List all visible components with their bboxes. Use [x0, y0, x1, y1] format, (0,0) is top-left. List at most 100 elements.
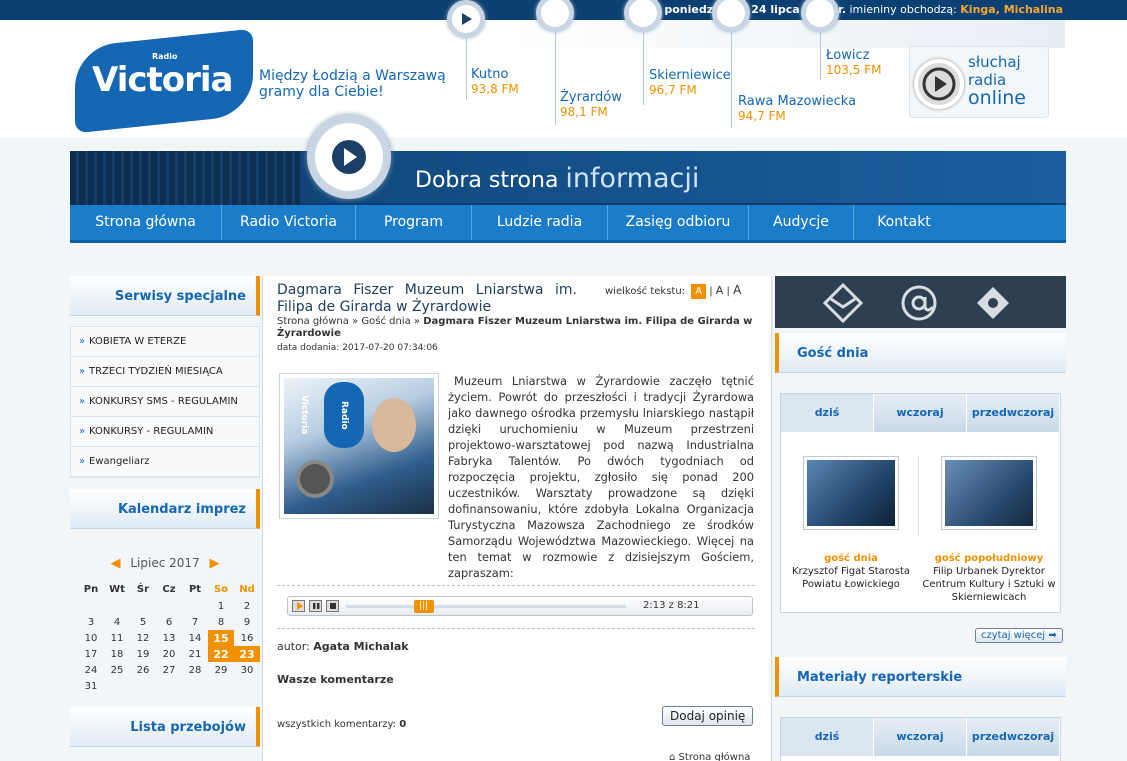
- guest-item[interactable]: gość dnia Krzysztof Figat Starosta Powia…: [781, 456, 921, 591]
- calendar-day-event[interactable]: 22: [208, 646, 234, 662]
- station-kutno[interactable]: Kutno 93,8 FM: [471, 67, 519, 97]
- tab-today[interactable]: dziś: [781, 394, 874, 432]
- sidebar-item-kobieta[interactable]: KOBIETA W ETERZE: [71, 327, 259, 357]
- breadcrumb: Strona główna » Gość dnia » Dagmara Fisz…: [277, 316, 753, 339]
- comments-count-label: wszystkich komentarzy:: [277, 719, 397, 730]
- player-seek-track[interactable]: [346, 605, 626, 608]
- divider: [277, 585, 755, 586]
- comments-title: Wasze komentarze: [277, 673, 394, 686]
- banner-play-button[interactable]: [307, 115, 391, 199]
- guest-photo[interactable]: [941, 456, 1037, 530]
- guest-name[interactable]: Krzysztof Figat Starosta Powiatu Łowicki…: [792, 566, 910, 590]
- read-more-button[interactable]: czytaj więcej ➡: [975, 628, 1063, 643]
- player-seek-handle[interactable]: |||: [413, 600, 434, 613]
- font-small-button[interactable]: A: [691, 284, 707, 299]
- calendar-day: 28: [188, 664, 202, 676]
- nav-contact[interactable]: Kontakt: [854, 205, 954, 240]
- sidebar-item-trzeci-tydzien[interactable]: TRZECI TYDZIEŃ MIESIĄCA: [71, 357, 259, 387]
- station-rawa[interactable]: Rawa Mazowiecka 94,7 FM: [738, 94, 856, 124]
- calendar-day: [182, 598, 208, 614]
- pause-icon: [313, 603, 320, 609]
- player-play-button[interactable]: [292, 600, 305, 612]
- logo-name[interactable]: Victoria: [92, 60, 234, 100]
- audio-player[interactable]: ||| 2:13 z 8:21: [287, 596, 753, 616]
- nav-people[interactable]: Ludzie radia: [472, 205, 608, 240]
- names-label: imieniny obchodzą:: [849, 3, 957, 16]
- calendar-day: 13: [162, 632, 176, 644]
- station-zyrardow[interactable]: Żyrardów 98,1 FM: [560, 90, 622, 120]
- tab-day-before[interactable]: przedwczoraj: [967, 394, 1060, 432]
- reports-header: Materiały reporterskie: [775, 657, 1066, 697]
- breadcrumb-section[interactable]: Gość dnia: [361, 316, 410, 327]
- left-sidebar: Serwisy specjalne KOBIETA W ETERZE TRZEC…: [70, 276, 260, 478]
- sidebar-item-konkursy[interactable]: KONKURSY - REGULAMIN: [71, 417, 259, 447]
- day-header: Pn: [83, 583, 99, 595]
- day-header: Śr: [136, 583, 150, 595]
- sidebar-item-ewangeliarz[interactable]: Ewangeliarz: [71, 447, 259, 477]
- calendar-day: 20: [162, 648, 176, 660]
- nav-shows[interactable]: Audycje: [749, 205, 854, 240]
- header-decor: [505, 20, 1065, 48]
- calendar-grid: Pn Wt Śr Cz Pt So Nd 12 3456789 10 11 12 13…: [78, 580, 260, 694]
- player-time: 2:13 z 8:21: [643, 600, 700, 611]
- microphone-icon: [296, 460, 334, 498]
- calendar-day: 19: [136, 648, 150, 660]
- player-stop-button[interactable]: [326, 600, 339, 612]
- nav-home[interactable]: Strona główna: [70, 205, 222, 240]
- calendar-month: ◀ Lipiec 2017 ▶: [70, 552, 260, 574]
- play-icon: [914, 59, 964, 109]
- stop-icon: [330, 603, 336, 609]
- calendar-day: 7: [191, 616, 199, 628]
- home-link[interactable]: ⌂ Strona główna: [669, 752, 750, 761]
- font-medium-button[interactable]: A: [716, 284, 724, 297]
- envelope-icon[interactable]: [823, 283, 863, 323]
- calendar-day-event[interactable]: 15: [208, 630, 234, 646]
- pin-line: [820, 30, 821, 80]
- player-pause-button[interactable]: [309, 600, 322, 612]
- slogan: Między Łodzią a Warszawą gramy dla Ciebi…: [259, 68, 446, 100]
- calendar-day: 21: [188, 648, 202, 660]
- guest-panel: dziś wczoraj przedwczoraj gość dnia Krzy…: [780, 393, 1061, 613]
- reports-tabs: dziś wczoraj przedwczoraj: [781, 718, 1060, 756]
- station-skierniewice[interactable]: Skierniewice 96,7 FM: [649, 68, 731, 98]
- banner-title-1: Dobra strona: [415, 168, 559, 193]
- add-opinion-button[interactable]: Dodaj opinię: [662, 706, 754, 726]
- listen-online-button[interactable]: słuchaj radia online: [909, 46, 1049, 118]
- nav-program[interactable]: Program: [356, 205, 472, 240]
- font-size-control: wielkość tekstu: A | A | A: [605, 283, 742, 299]
- guest-list: gość dnia Krzysztof Figat Starosta Powia…: [781, 456, 1060, 626]
- author: autor: Agata Michalak: [277, 640, 409, 653]
- tab-day-before[interactable]: przedwczoraj: [967, 718, 1060, 756]
- nav-radio-victoria[interactable]: Radio Victoria: [222, 205, 356, 240]
- next-month-icon[interactable]: ▶: [209, 556, 219, 571]
- station-lowicz[interactable]: Łowicz 103,5 FM: [826, 48, 881, 78]
- calendar-day: 10: [84, 632, 98, 644]
- tab-yesterday[interactable]: wczoraj: [874, 394, 967, 432]
- font-large-button[interactable]: A: [733, 283, 741, 297]
- nav-coverage[interactable]: Zasięg odbioru: [608, 205, 749, 240]
- calendar-day: 14: [188, 632, 202, 644]
- tab-today[interactable]: dziś: [781, 718, 874, 756]
- calendar-day: 11: [110, 632, 124, 644]
- reports-panel: dziś wczoraj przedwczoraj: [780, 717, 1061, 761]
- phone-icon[interactable]: [973, 283, 1013, 323]
- banner-title: Dobra strona informacji: [415, 163, 699, 194]
- calendar-day-event[interactable]: 23: [234, 646, 260, 662]
- at-sign-icon[interactable]: [899, 283, 939, 323]
- day-header: Nd: [239, 583, 255, 595]
- calendar-day: 9: [243, 616, 251, 628]
- prev-month-icon[interactable]: ◀: [111, 556, 121, 571]
- divider: [277, 628, 755, 629]
- guest-item[interactable]: gość popołudniowy Filip Urbanek Dyrektor…: [919, 456, 1059, 604]
- tab-yesterday[interactable]: wczoraj: [874, 718, 967, 756]
- guest-name[interactable]: Filip Urbanek Dyrektor Centrum Kultury i…: [922, 566, 1055, 603]
- station-pin-kutno[interactable]: [447, 0, 485, 38]
- sidebar-item-konkursy-sms[interactable]: KONKURSY SMS - REGULAMIN: [71, 387, 259, 417]
- guest-photo[interactable]: [803, 456, 899, 530]
- breadcrumb-home[interactable]: Strona główna: [277, 316, 349, 327]
- calendar-day: 12: [136, 632, 150, 644]
- home-icon: ⌂: [669, 752, 676, 761]
- comments-count: wszystkich komentarzy: 0: [277, 719, 406, 730]
- hits-header[interactable]: Lista przebojów: [70, 707, 260, 747]
- day-header: Wt: [109, 583, 125, 595]
